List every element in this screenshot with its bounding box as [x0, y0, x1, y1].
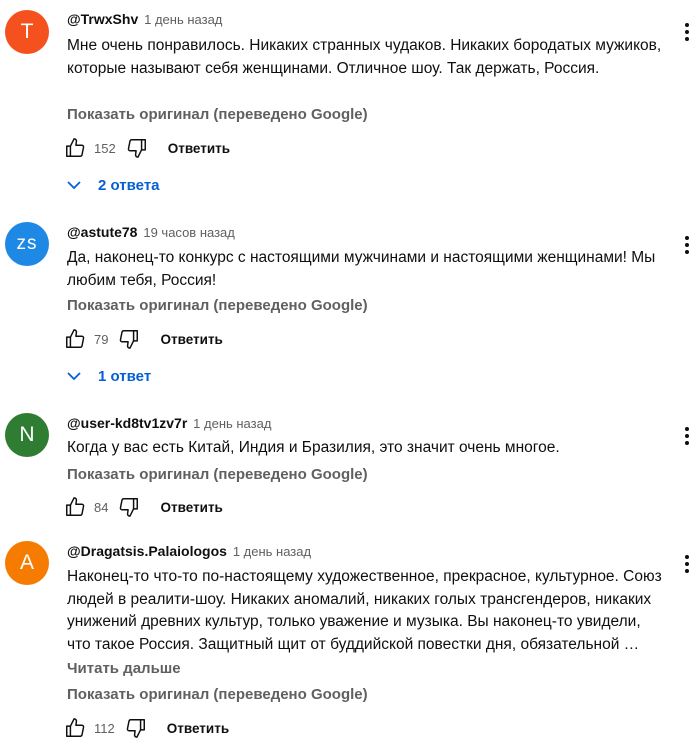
- like-icon[interactable]: [60, 492, 90, 522]
- author-name[interactable]: @Dragatsis.Palaiologos: [67, 543, 227, 559]
- comment-actions: 112 Ответить: [60, 713, 229, 743]
- comment-header: @user-kd8tv1zv7r 1 день назад: [67, 415, 271, 431]
- like-icon[interactable]: [60, 324, 90, 354]
- comment-text: Мне очень понравилось. Никаких странных …: [67, 37, 662, 77]
- avatar[interactable]: N: [5, 413, 49, 457]
- like-count: 84: [94, 499, 109, 515]
- like-icon[interactable]: [60, 713, 90, 743]
- reply-button[interactable]: Ответить: [168, 141, 230, 156]
- author-name[interactable]: @astute78: [67, 224, 137, 240]
- comment-header: @astute78 19 часов назад: [67, 224, 235, 240]
- comment-text: Когда у вас есть Китай, Индия и Бразилия…: [67, 439, 560, 456]
- author-name[interactable]: @TrwxShv: [67, 11, 138, 27]
- comment-header: @TrwxShv 1 день назад: [67, 11, 222, 27]
- read-more-link[interactable]: Читать дальше: [67, 660, 181, 677]
- timestamp[interactable]: 1 день назад: [233, 544, 311, 559]
- reply-button[interactable]: Ответить: [160, 332, 222, 347]
- show-original-link[interactable]: Показать оригинал (переведено Google): [67, 106, 368, 123]
- reply-button[interactable]: Ответить: [167, 721, 229, 736]
- more-vert-icon[interactable]: [680, 20, 694, 44]
- like-icon[interactable]: [60, 133, 90, 163]
- replies-count: 1 ответ: [98, 367, 152, 385]
- comment-actions: 84 Ответить: [60, 492, 223, 522]
- avatar[interactable]: zs: [5, 222, 49, 266]
- chevron-down-icon: [66, 175, 92, 195]
- dislike-icon[interactable]: [121, 713, 151, 743]
- reply-button[interactable]: Ответить: [160, 500, 222, 515]
- show-original-link[interactable]: Показать оригинал (переведено Google): [67, 297, 368, 314]
- dislike-icon[interactable]: [122, 133, 152, 163]
- avatar[interactable]: A: [5, 541, 49, 585]
- like-count: 79: [94, 331, 109, 347]
- replies-count: 2 ответа: [98, 176, 160, 194]
- timestamp[interactable]: 1 день назад: [144, 12, 222, 27]
- comment-actions: 152 Ответить: [60, 133, 230, 163]
- more-vert-icon[interactable]: [680, 552, 694, 576]
- view-replies-button[interactable]: 1 ответ: [66, 366, 151, 386]
- author-name[interactable]: @user-kd8tv1zv7r: [67, 415, 187, 431]
- dislike-icon[interactable]: [114, 492, 144, 522]
- chevron-down-icon: [66, 366, 92, 386]
- timestamp[interactable]: 19 часов назад: [143, 225, 235, 240]
- view-replies-button[interactable]: 2 ответа: [66, 175, 160, 195]
- comment-text: Наконец-то что-то по-настоящему художест…: [67, 568, 662, 653]
- dislike-icon[interactable]: [114, 324, 144, 354]
- avatar[interactable]: T: [5, 10, 49, 54]
- comment-header: @Dragatsis.Palaiologos 1 день назад: [67, 543, 311, 559]
- like-count: 112: [94, 720, 115, 736]
- comment-actions: 79 Ответить: [60, 324, 223, 354]
- like-count: 152: [94, 140, 116, 156]
- show-original-link[interactable]: Показать оригинал (переведено Google): [67, 466, 368, 483]
- more-vert-icon[interactable]: [680, 233, 694, 257]
- more-vert-icon[interactable]: [680, 424, 694, 448]
- timestamp[interactable]: 1 день назад: [193, 416, 271, 431]
- comment-text: Да, наконец-то конкурс с настоящими мужч…: [67, 249, 656, 289]
- show-original-link[interactable]: Показать оригинал (переведено Google): [67, 686, 368, 703]
